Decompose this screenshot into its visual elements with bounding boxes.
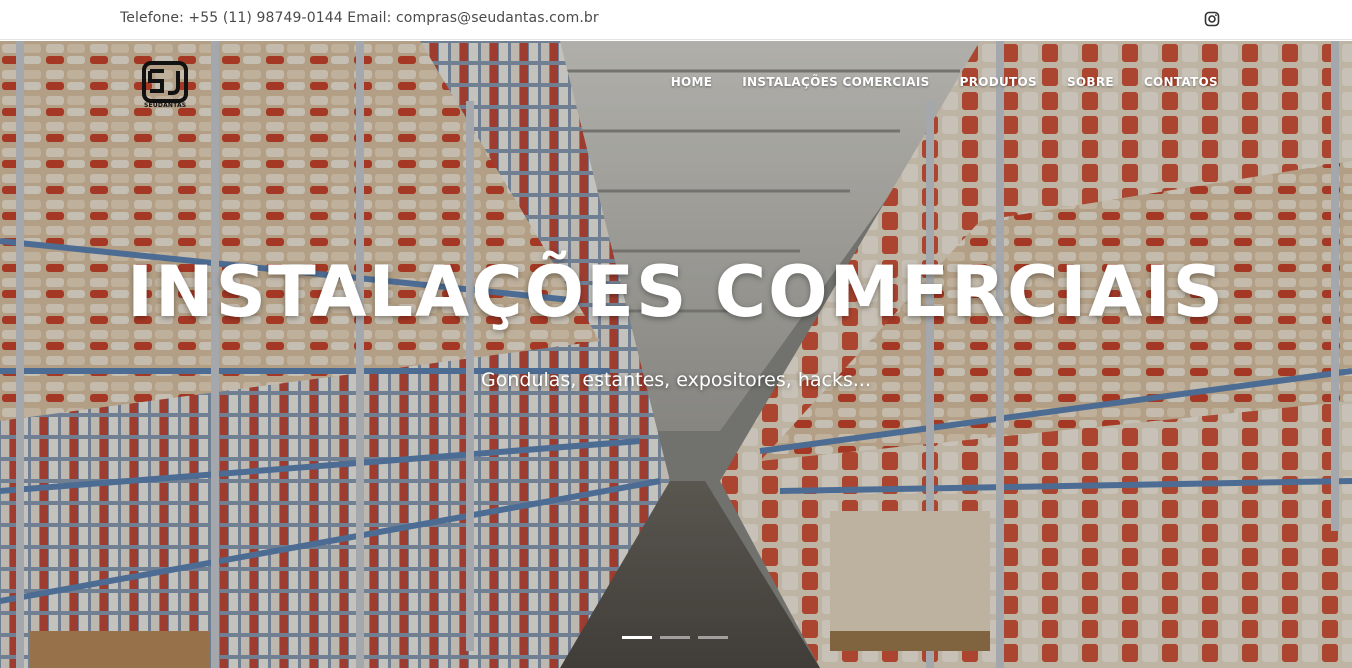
top-bar: Telefone: +55 (11) 98749-0144 Email: com…: [0, 0, 1352, 40]
nav-item-instalacoes-comerciais[interactable]: INSTALAÇÕES COMERCIAIS: [742, 75, 929, 89]
carousel-indicator-1[interactable]: [622, 636, 652, 639]
carousel-indicator-3[interactable]: [698, 636, 728, 639]
brand-wordmark: SEUDANTAS: [144, 102, 187, 109]
nav-item-sobre[interactable]: SOBRE: [1067, 75, 1114, 89]
nav-item-home[interactable]: HOME: [671, 75, 713, 89]
nav-item-produtos[interactable]: PRODUTOS: [960, 75, 1037, 89]
hero-subtitle: Gondulas, estantes, expositores, hacks..…: [481, 369, 871, 391]
instagram-icon[interactable]: [1204, 11, 1220, 27]
hero-carousel: SEUDANTAS HOME INSTALAÇÕES COMERCIAIS PR…: [0, 41, 1352, 668]
hero-title: INSTALAÇÕES COMERCIAIS: [126, 251, 1226, 333]
contact-info: Telefone: +55 (11) 98749-0144 Email: com…: [120, 10, 599, 26]
nav-item-contatos[interactable]: CONTATOS: [1144, 75, 1218, 89]
hero-overlay: [0, 41, 1352, 668]
main-nav: HOME INSTALAÇÕES COMERCIAIS PRODUTOS SOB…: [671, 75, 1218, 89]
carousel-indicator-2[interactable]: [660, 636, 690, 639]
carousel-indicators: [622, 636, 728, 639]
